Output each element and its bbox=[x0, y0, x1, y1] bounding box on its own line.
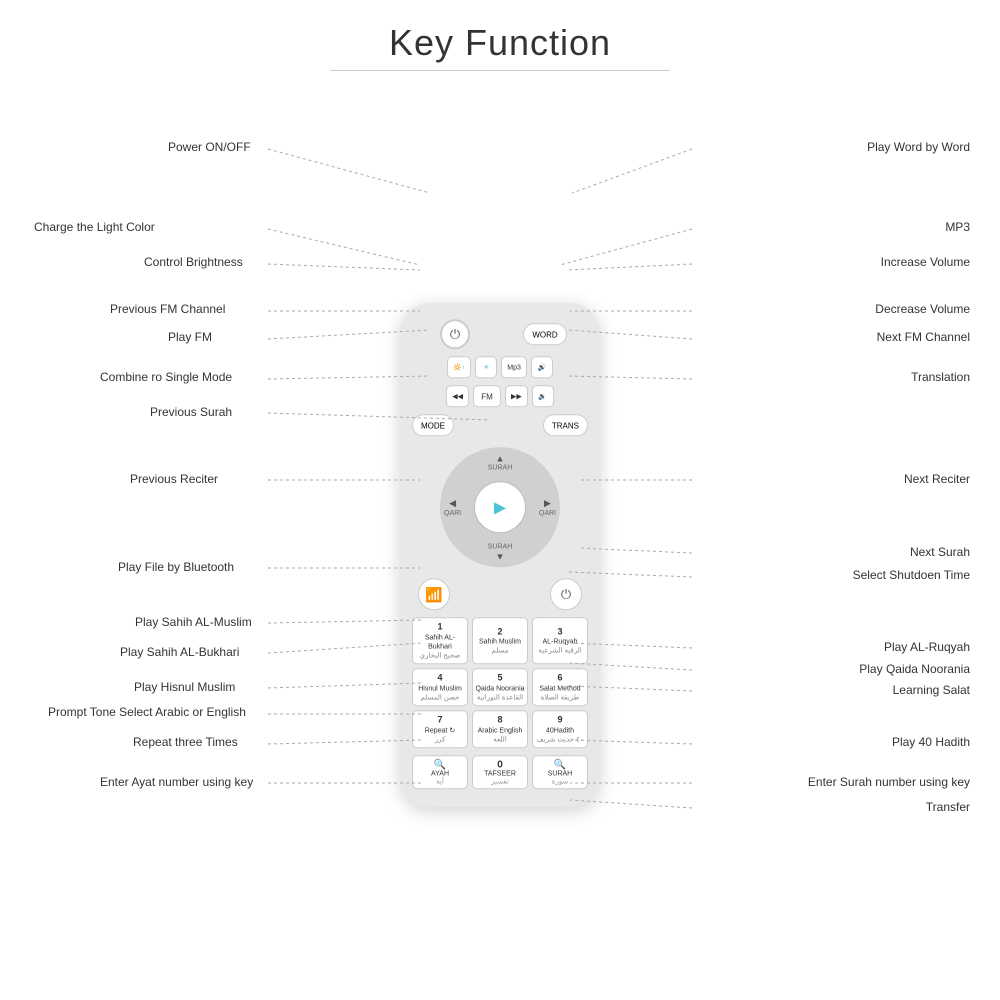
label-play-bukhari: Play Sahih AL-Bukhari bbox=[120, 645, 239, 659]
label-next-fm: Next FM Channel bbox=[877, 330, 970, 344]
next-surah-button[interactable]: SURAH ▼ bbox=[488, 543, 513, 561]
label-enter-surah: Enter Surah number using key bbox=[808, 775, 970, 789]
label-charge-light: Charge the Light Color bbox=[34, 220, 155, 234]
label-translation: Translation bbox=[911, 370, 970, 384]
key-8[interactable]: 8 Arabic English اللغة bbox=[472, 710, 528, 748]
brightness-button[interactable]: ☀ bbox=[475, 356, 497, 378]
label-play-word: Play Word by Word bbox=[867, 140, 970, 154]
label-prev-fm: Previous FM Channel bbox=[110, 302, 225, 316]
key-3[interactable]: 3 AL-Ruqyah الرقية الشرعية bbox=[532, 617, 588, 664]
label-combine-single: Combine ro Single Mode bbox=[100, 370, 232, 384]
label-power-onoff: Power ON/OFF bbox=[168, 140, 251, 154]
shutdown-button[interactable]: ⏻ bbox=[550, 578, 582, 610]
key-7[interactable]: 7 Repeat ↻ كرر bbox=[412, 710, 468, 748]
fm-row: ◀◀ FM ▶▶ 🔉 bbox=[412, 385, 588, 407]
mid-button-row: 📶 ⏻ bbox=[412, 578, 588, 610]
top-button-row: ⏻ WORD bbox=[412, 319, 588, 349]
prev-surah-button[interactable]: ▲ SURAH bbox=[488, 453, 513, 471]
light-color-button[interactable]: 🔆↑ bbox=[447, 356, 471, 378]
remote-container: ⏻ WORD 🔆↑ ☀ Mp3 🔊 ◀◀ FM ▶▶ 🔉 MODE TRANS bbox=[400, 303, 600, 807]
label-play-muslim: Play Sahih AL-Muslim bbox=[135, 615, 252, 629]
label-decrease-vol: Decrease Volume bbox=[875, 302, 970, 316]
label-next-surah: Next Surah bbox=[910, 545, 970, 559]
surah-key-button[interactable]: 🔍 SURAH سورة bbox=[532, 755, 588, 789]
power-button[interactable]: ⏻ bbox=[440, 319, 470, 349]
remote-body: ⏻ WORD 🔆↑ ☀ Mp3 🔊 ◀◀ FM ▶▶ 🔉 MODE TRANS bbox=[400, 303, 600, 807]
label-next-reciter: Next Reciter bbox=[904, 472, 970, 486]
key-1[interactable]: 1 Sahih AL-Bukhari صحيح البخاري bbox=[412, 617, 468, 664]
label-control-brightness: Control Brightness bbox=[144, 255, 243, 269]
title-divider bbox=[330, 70, 670, 71]
label-select-shutdown: Select Shutdoen Time bbox=[853, 568, 970, 582]
prev-fm-button[interactable]: ◀◀ bbox=[446, 385, 469, 407]
nav-pad: ▲ SURAH SURAH ▼ ◀ QARI ▶ QARI ▶ bbox=[440, 447, 560, 567]
tafseer-button[interactable]: 0 TAFSEER تفسير bbox=[472, 755, 528, 789]
ayah-button[interactable]: 🔍 AYAH آية bbox=[412, 755, 468, 789]
next-reciter-button[interactable]: ▶ QARI bbox=[539, 498, 556, 517]
label-play-ruqyah: Play AL-Ruqyah bbox=[884, 640, 970, 654]
fm-button[interactable]: FM bbox=[473, 385, 501, 407]
page-title: Key Function bbox=[0, 0, 1000, 64]
keypad-grid: 1 Sahih AL-Bukhari صحيح البخاري 2 Sahih … bbox=[412, 617, 588, 748]
brightness-row: 🔆↑ ☀ Mp3 🔊 bbox=[412, 356, 588, 378]
label-play-40hadith: Play 40 Hadith bbox=[892, 735, 970, 749]
label-repeat-three: Repeat three Times bbox=[133, 735, 238, 749]
key-5[interactable]: 5 Qaida Noorania القاعدة النورانية bbox=[472, 668, 528, 706]
trans-button[interactable]: TRANS bbox=[543, 414, 588, 436]
bottom-key-row: 🔍 AYAH آية 0 TAFSEER تفسير 🔍 SURAH سورة bbox=[412, 755, 588, 789]
label-prev-reciter: Previous Reciter bbox=[130, 472, 218, 486]
bluetooth-button[interactable]: 📶 bbox=[418, 578, 450, 610]
label-mp3: MP3 bbox=[945, 220, 970, 234]
label-prev-surah: Previous Surah bbox=[150, 405, 232, 419]
decrease-volume-button[interactable]: 🔉 bbox=[532, 385, 554, 407]
mode-button[interactable]: MODE bbox=[412, 414, 454, 436]
mp3-button[interactable]: Mp3 bbox=[501, 356, 527, 378]
label-play-fm: Play FM bbox=[168, 330, 212, 344]
prev-reciter-button[interactable]: ◀ QARI bbox=[444, 498, 461, 517]
key-9[interactable]: 9 40Hadith ٤٠ حديث شريف bbox=[532, 710, 588, 748]
label-transfer: Transfer bbox=[926, 800, 970, 814]
key-4[interactable]: 4 Hisnul Muslim حصن المسلم bbox=[412, 668, 468, 706]
increase-volume-button[interactable]: 🔊 bbox=[531, 356, 553, 378]
label-prompt-tone: Prompt Tone Select Arabic or English bbox=[48, 705, 246, 719]
word-button[interactable]: WORD bbox=[523, 323, 566, 345]
nav-center-button[interactable]: ▶ bbox=[474, 481, 526, 533]
next-fm-button[interactable]: ▶▶ bbox=[505, 385, 528, 407]
label-play-bluetooth: Play File by Bluetooth bbox=[118, 560, 234, 574]
label-play-hisnul: Play Hisnul Muslim bbox=[134, 680, 235, 694]
key-6[interactable]: 6 Salat Method طريقة الصلاة bbox=[532, 668, 588, 706]
label-learning-salat: Learning Salat bbox=[893, 683, 970, 697]
label-enter-ayat: Enter Ayat number using key bbox=[100, 775, 253, 789]
label-play-qaida: Play Qaida Noorania bbox=[859, 662, 970, 676]
mode-row: MODE TRANS bbox=[412, 414, 588, 436]
key-2[interactable]: 2 Sahih Muslim مسلم bbox=[472, 617, 528, 664]
label-increase-vol: Increase Volume bbox=[881, 255, 970, 269]
